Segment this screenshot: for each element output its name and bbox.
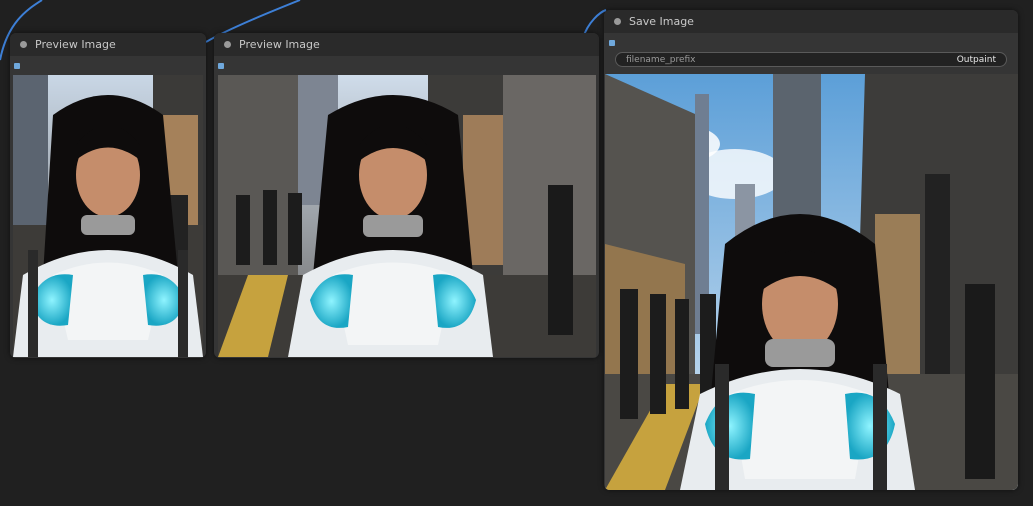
node-collapse-dot[interactable] xyxy=(20,41,27,48)
node-title: Preview Image xyxy=(35,38,116,51)
filename-prefix-value: Outpaint xyxy=(956,54,996,65)
node-title: Save Image xyxy=(629,15,694,28)
filename-prefix-field[interactable]: filename_prefix Outpaint xyxy=(615,52,1007,67)
input-slot-images[interactable] xyxy=(609,40,615,46)
node-collapse-dot[interactable] xyxy=(614,18,621,25)
input-slot-images[interactable] xyxy=(14,63,20,69)
preview-image-1 xyxy=(13,75,203,357)
node-graph-canvas[interactable]: Preview Image Preview Image Save Image f… xyxy=(0,0,1033,506)
saved-image xyxy=(605,74,1018,490)
save-image-node[interactable]: Save Image filename_prefix Outpaint xyxy=(604,10,1018,490)
preview-image-2 xyxy=(218,75,596,357)
filename-prefix-label: filename_prefix xyxy=(626,54,696,65)
node-header[interactable]: Preview Image xyxy=(214,33,599,56)
preview-image-node-2[interactable]: Preview Image xyxy=(214,33,599,358)
node-collapse-dot[interactable] xyxy=(224,41,231,48)
node-header[interactable]: Save Image xyxy=(604,10,1018,33)
input-slot-images[interactable] xyxy=(218,63,224,69)
node-title: Preview Image xyxy=(239,38,320,51)
preview-image-node-1[interactable]: Preview Image xyxy=(10,33,206,358)
node-header[interactable]: Preview Image xyxy=(10,33,206,56)
